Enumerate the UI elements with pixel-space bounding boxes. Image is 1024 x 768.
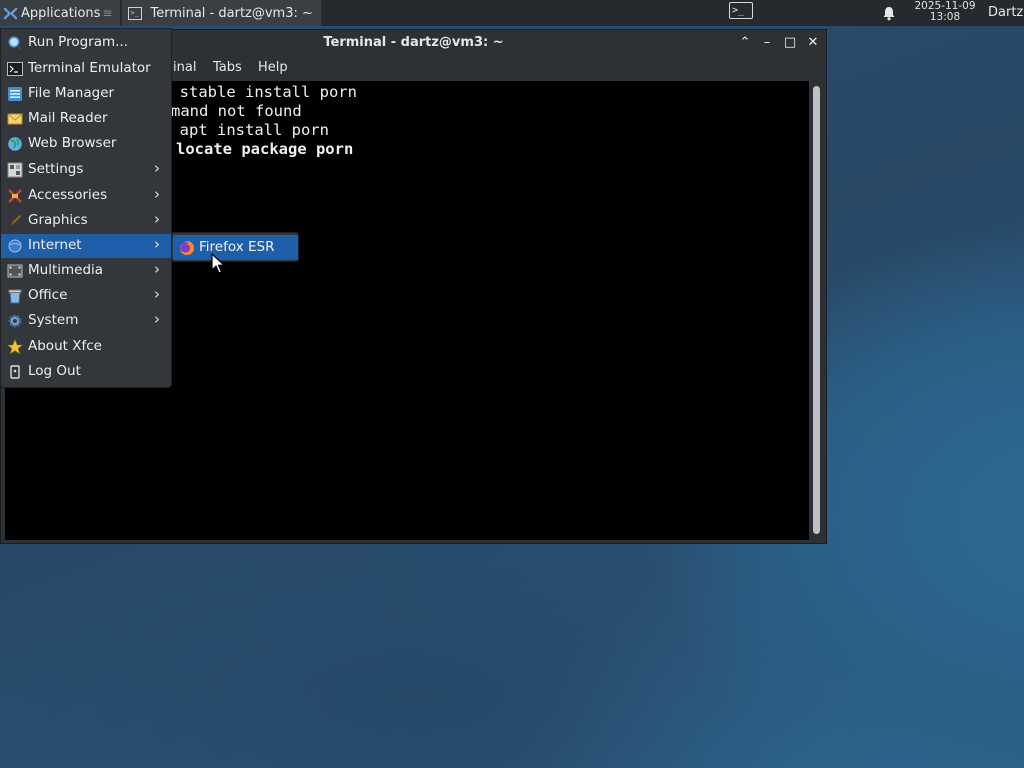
submenu-arrow-icon: › — [154, 310, 160, 328]
terminal-line: o apt install porn — [161, 121, 329, 139]
magnifier-icon — [8, 36, 23, 51]
xfce-logo-icon — [3, 7, 18, 19]
menu-item-file-manager[interactable]: File Manager — [1, 82, 171, 106]
menu-item-label: Multimedia — [28, 262, 104, 278]
menu-item-label: Web Browser — [28, 135, 117, 151]
settings-icon — [7, 162, 23, 178]
submenu-arrow-icon: › — [154, 285, 160, 303]
graphics-icon — [8, 214, 22, 228]
menu-item-system[interactable]: System › — [1, 309, 171, 333]
panel-clock[interactable]: 2025-11-09 13:08 — [912, 1, 978, 23]
menu-help[interactable]: Help — [258, 60, 288, 75]
menu-item-run-program[interactable]: Run Program... — [1, 31, 171, 55]
menu-item-label: Graphics — [28, 212, 88, 228]
menu-item-mail-reader[interactable]: Mail Reader — [1, 107, 171, 131]
mail-icon — [7, 113, 23, 125]
taskbar-terminal-button[interactable]: >_ Terminal - dartz@vm3: ~ — [122, 0, 321, 26]
menu-item-terminal-emulator[interactable]: Terminal Emulator — [1, 57, 171, 81]
menu-item-settings[interactable]: Settings › — [1, 158, 171, 182]
globe-icon — [8, 137, 22, 151]
menu-item-accessories[interactable]: Accessories › — [1, 184, 171, 208]
user-menu[interactable]: Dartz — [988, 5, 1023, 20]
notification-bell-icon[interactable] — [881, 5, 897, 21]
menu-item-label: Accessories — [28, 187, 108, 203]
terminal-scrollbar[interactable] — [810, 81, 824, 540]
menu-item-label: File Manager — [28, 85, 115, 101]
terminal-icon — [7, 62, 23, 76]
logout-icon — [10, 365, 20, 379]
minimize-button[interactable]: – — [759, 35, 775, 51]
terminal-line: o stable install porn — [161, 83, 357, 101]
top-panel: Applications ≡ >_ Terminal - dartz@vm3: … — [0, 0, 1024, 26]
submenu-arrow-icon: › — [154, 210, 160, 228]
menu-item-label: Settings — [28, 161, 84, 177]
accessories-icon — [8, 189, 22, 203]
mouse-cursor-icon — [211, 253, 225, 274]
menu-item-label: Run Program... — [28, 34, 129, 50]
menu-item-firefox-esr[interactable]: Firefox ESR — [173, 235, 298, 260]
applications-label: Applications — [21, 5, 101, 21]
terminal-icon: >_ — [729, 2, 753, 19]
menu-item-internet[interactable]: Internet › — [1, 234, 171, 258]
submenu-arrow-icon: › — [154, 260, 160, 278]
menu-item-label: Terminal Emulator — [28, 60, 151, 76]
system-icon — [8, 314, 22, 328]
menu-item-label: Mail Reader — [28, 110, 108, 126]
submenu-arrow-icon: › — [154, 235, 160, 253]
multimedia-icon — [7, 264, 23, 278]
taskbar-terminal-title: Terminal - dartz@vm3: ~ — [150, 5, 313, 21]
menu-item-label: Office — [28, 287, 68, 303]
panel-separator: ≡ — [102, 6, 113, 20]
menu-item-graphics[interactable]: Graphics › — [1, 209, 171, 233]
terminal-icon: >_ — [128, 6, 143, 20]
internet-submenu: Firefox ESR — [171, 232, 299, 262]
menu-item-label: About Xfce — [28, 338, 102, 354]
applications-menu: Run Program... Terminal Emulator File Ma… — [0, 28, 172, 388]
terminal-line: locate package porn — [176, 140, 354, 158]
menu-item-office[interactable]: Office › — [1, 284, 171, 308]
star-icon — [7, 339, 23, 355]
file-manager-icon — [8, 87, 22, 101]
menu-item-label: Internet — [28, 237, 82, 253]
menu-item-label: Log Out — [28, 363, 81, 379]
internet-icon — [8, 239, 22, 253]
submenu-arrow-icon: › — [154, 185, 160, 203]
submenu-arrow-icon: › — [154, 159, 160, 177]
terminal-launcher-button[interactable]: >_ — [729, 2, 757, 22]
menu-item-log-out[interactable]: Log Out — [1, 360, 171, 384]
menu-tabs[interactable]: Tabs — [213, 60, 242, 75]
shade-button[interactable]: ⌃ — [737, 35, 753, 51]
menu-terminal[interactable]: inal — [173, 60, 196, 75]
menu-item-web-browser[interactable]: Web Browser — [1, 132, 171, 156]
firefox-icon — [180, 241, 194, 255]
menu-item-multimedia[interactable]: Multimedia › — [1, 259, 171, 283]
scrollbar-thumb[interactable] — [813, 86, 820, 534]
menu-item-about-xfce[interactable]: About Xfce — [1, 335, 171, 359]
maximize-button[interactable]: □ — [782, 35, 798, 51]
close-button[interactable]: ✕ — [805, 35, 821, 51]
office-icon — [8, 289, 22, 304]
menu-item-label: System — [28, 312, 79, 328]
applications-menu-button[interactable]: Applications ≡ — [0, 0, 121, 26]
terminal-line: mand not found — [171, 102, 302, 120]
clock-time: 13:08 — [929, 11, 961, 23]
